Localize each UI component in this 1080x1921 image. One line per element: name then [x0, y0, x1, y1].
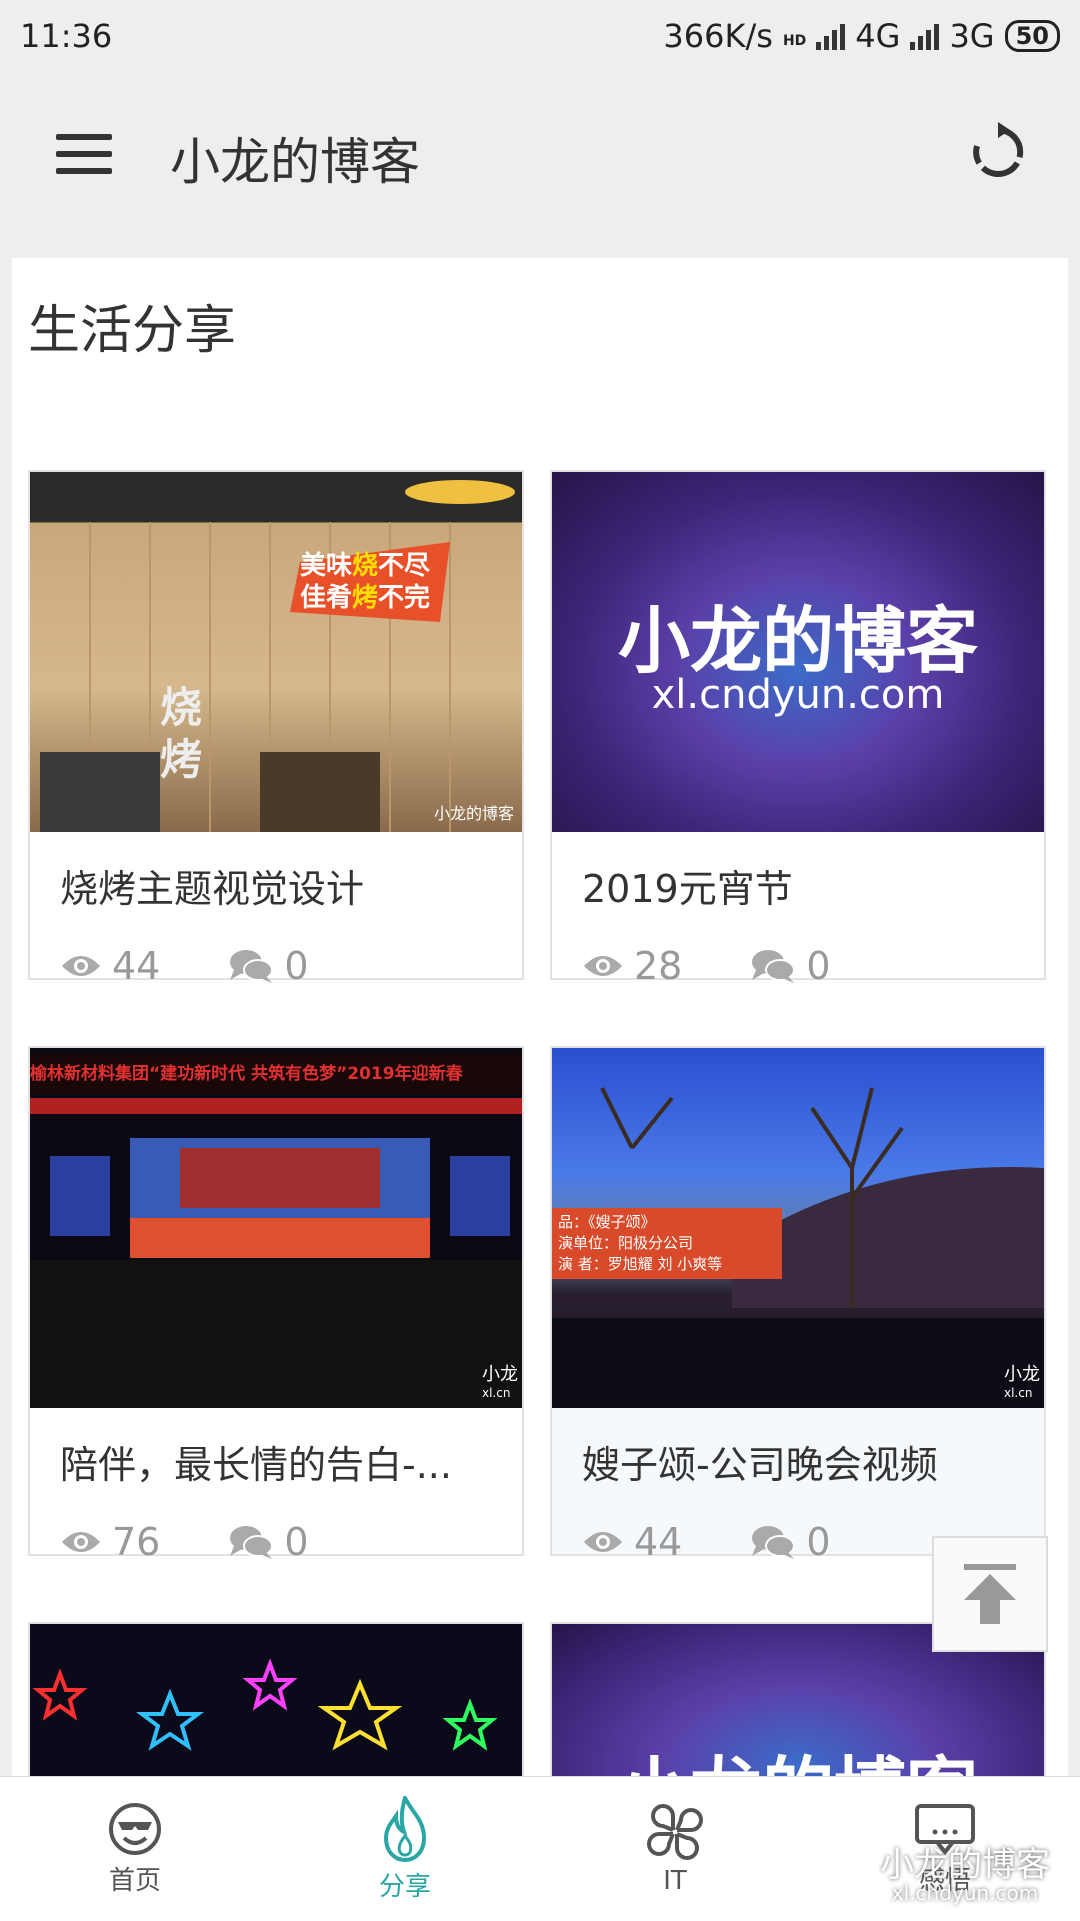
menu-icon[interactable] [56, 134, 112, 174]
views-stat: 44 [60, 944, 160, 988]
back-to-top-button[interactable] [932, 1536, 1048, 1652]
signal-icon [816, 22, 846, 50]
stage-illustration [30, 1098, 522, 1408]
post-thumbnail: 美味烧不尽 佳肴烤不完 烧烤 小龙的博客 [30, 472, 522, 832]
views-stat: 44 [582, 1520, 682, 1564]
eye-icon [62, 1532, 100, 1552]
status-indicators: 366K/s HD 4G 3G 50 [663, 17, 1060, 55]
post-title[interactable]: 嫂子颂-公司晚会视频 [582, 1434, 1022, 1489]
network-3g: 3G [949, 17, 995, 55]
comments-stat: 0 [228, 944, 309, 988]
image-logo: 小龙的博客 [433, 804, 514, 823]
image-logo: 小龙 xl.cn [482, 1364, 518, 1401]
nav-item-it[interactable]: IT [540, 1777, 810, 1921]
post-thumbnail: 榆林新材料集团“建功新时代 共筑有色梦”2019年迎新春 小龙 xl.cn [30, 1048, 522, 1408]
neon-stars-image [32, 1658, 498, 1751]
post-thumbnail: 小龙的博客 xl.cndyun.com [552, 472, 1044, 832]
clover-icon [647, 1804, 703, 1860]
image-headline: 美味烧不尽 佳肴烤不完 [300, 551, 431, 613]
flame-icon [383, 1795, 427, 1862]
post-card-partial[interactable] [28, 1622, 524, 1782]
app-toolbar: 小龙的博客 [0, 72, 1080, 232]
image-side-text: 烧烤 [160, 683, 203, 784]
nav-item-home[interactable]: 首页 [0, 1777, 270, 1921]
status-time: 11:36 [20, 17, 113, 55]
views-stat: 28 [582, 944, 682, 988]
nav-label: 分享 [378, 1871, 431, 1902]
views-count: 44 [112, 944, 161, 988]
comments-icon [752, 950, 796, 983]
app-title: 小龙的博客 [170, 133, 420, 191]
comments-stat: 0 [750, 944, 831, 988]
post-stats: 28 0 [582, 944, 899, 988]
arrow-up-icon [964, 1564, 1016, 1624]
eye-icon [62, 956, 100, 976]
post-card[interactable]: 品：《嫂子颂》 演单位：阳极分公司演 者：罗旭耀 刘 小爽等 小龙 xl.cn 嫂子… [550, 1046, 1046, 1564]
views-count: 28 [634, 944, 683, 988]
watermark: 小龙的博客 xl.cndyun.com [880, 1845, 1050, 1905]
comments-icon [230, 950, 274, 983]
refresh-icon[interactable] [968, 122, 1028, 182]
battery-icon: 50 [1004, 20, 1060, 52]
views-stat: 76 [60, 1520, 160, 1564]
hd-label: HD [782, 33, 807, 49]
comments-count: 0 [284, 944, 309, 988]
image-logo: 小龙 xl.cn [1004, 1364, 1040, 1401]
section-title: 生活分享 [28, 301, 237, 361]
signal-icon-2 [910, 22, 940, 50]
nav-label: IT [663, 1866, 687, 1896]
comments-icon [752, 1526, 796, 1559]
comments-count: 0 [806, 1520, 831, 1564]
post-thumbnail [30, 1624, 522, 1780]
image-subtitle: xl.cndyun.com [651, 672, 945, 718]
post-title[interactable]: 烧烤主题视觉设计 [60, 858, 500, 913]
post-card[interactable]: 小龙的博客 xl.cndyun.com 2019元宵节 28 0 [550, 470, 1046, 988]
nav-label: 首页 [108, 1865, 161, 1896]
post-card[interactable]: 榆林新材料集团“建功新时代 共筑有色梦”2019年迎新春 小龙 xl.cn 陪伴，… [28, 1046, 524, 1564]
image-title: 小龙的博客 [552, 1732, 1044, 1780]
views-count: 44 [634, 1520, 683, 1564]
smiley-sunglasses-icon [109, 1802, 161, 1855]
bbq-wall-art [40, 480, 515, 832]
post-title[interactable]: 2019元宵节 [582, 858, 1022, 913]
eye-icon [584, 1532, 622, 1552]
post-card[interactable]: 美味烧不尽 佳肴烤不完 烧烤 小龙的博客 烧烤主题视觉设计 44 0 [28, 470, 524, 988]
post-stats: 44 0 [60, 944, 377, 988]
eye-icon [584, 956, 622, 976]
image-caption: 品：《嫂子颂》 演单位：阳极分公司演 者：罗旭耀 刘 小爽等 [552, 1208, 782, 1279]
comments-count: 0 [806, 944, 831, 988]
post-title[interactable]: 陪伴，最长情的告白-... [60, 1434, 500, 1489]
nav-item-share[interactable]: 分享 [270, 1777, 540, 1921]
network-4g: 4G [855, 17, 901, 55]
status-bar: 11:36 366K/s HD 4G 3G 50 [0, 0, 1080, 72]
comments-count: 0 [284, 1520, 309, 1564]
comments-stat: 0 [228, 1520, 309, 1564]
net-speed: 366K/s [663, 17, 773, 55]
post-stats: 76 0 [60, 1520, 377, 1564]
post-thumbnail: 品：《嫂子颂》 演单位：阳极分公司演 者：罗旭耀 刘 小爽等 小龙 xl.cn [552, 1048, 1044, 1408]
comments-icon [230, 1526, 274, 1559]
comments-stat: 0 [750, 1520, 831, 1564]
views-count: 76 [112, 1520, 161, 1564]
post-stats: 44 0 [582, 1520, 899, 1564]
